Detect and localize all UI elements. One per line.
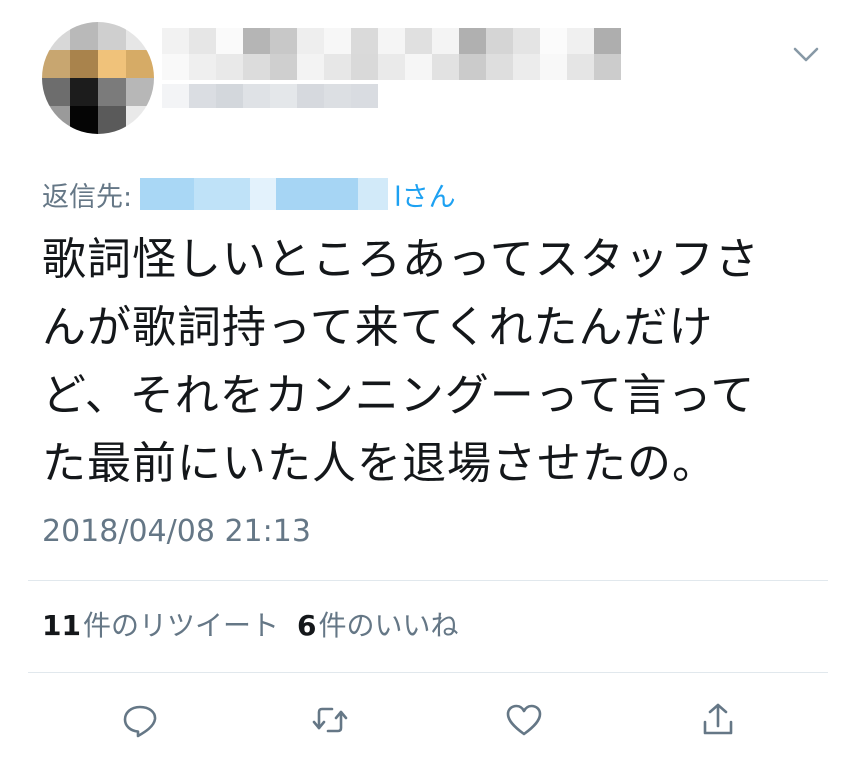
tweet-menu-button[interactable] <box>788 40 824 70</box>
like-count: 6 <box>296 609 317 642</box>
retweet-stat[interactable]: 11 件のリツイート <box>42 604 279 644</box>
retweet-button[interactable] <box>306 696 354 744</box>
retweet-icon <box>312 707 348 733</box>
heart-icon <box>506 704 542 736</box>
chevron-down-icon <box>793 47 819 62</box>
like-button[interactable] <box>500 696 548 744</box>
reply-to-mention-suffix: lさん <box>394 181 456 213</box>
reply-button[interactable] <box>116 696 164 744</box>
reply-icon <box>123 705 157 738</box>
share-button[interactable] <box>694 696 742 744</box>
divider <box>28 580 828 581</box>
tweet-stats: 11 件のリツイート 6 件のいいね <box>42 604 476 644</box>
tweet-header <box>0 0 856 150</box>
retweet-label: 件のリツイート <box>82 609 279 642</box>
tweet-text-line: ど、それをカンニングーって言って <box>42 370 756 421</box>
handle-redacted <box>162 84 378 108</box>
divider <box>28 672 828 673</box>
tweet-text-line: た最前にいた人を退場させたの。 <box>42 438 717 489</box>
tweet-timestamp[interactable]: 2018/04/08 21:13 <box>42 514 311 549</box>
retweet-count: 11 <box>42 609 81 642</box>
mention-redacted <box>140 178 389 210</box>
avatar[interactable] <box>42 22 154 134</box>
tweet-text-line: んが歌詞持って来てくれたんだけ <box>42 302 714 353</box>
like-label: 件のいいね <box>318 609 459 642</box>
share-icon <box>703 703 733 735</box>
like-stat[interactable]: 6 件のいいね <box>297 604 459 644</box>
display-name-redacted-row2 <box>162 54 621 80</box>
reply-to-mention[interactable]: lさん <box>140 175 456 214</box>
reply-to-label: 返信先: <box>42 181 133 213</box>
display-name-redacted[interactable] <box>162 28 621 54</box>
tweet-text: 歌詞怪しいところあってスタッフさ んが歌詞持って来てくれたんだけ ど、それをカン… <box>42 226 832 498</box>
tweet-text-line: 歌詞怪しいところあってスタッフさ <box>42 234 760 285</box>
reply-to-line: 返信先: lさん <box>42 172 456 216</box>
